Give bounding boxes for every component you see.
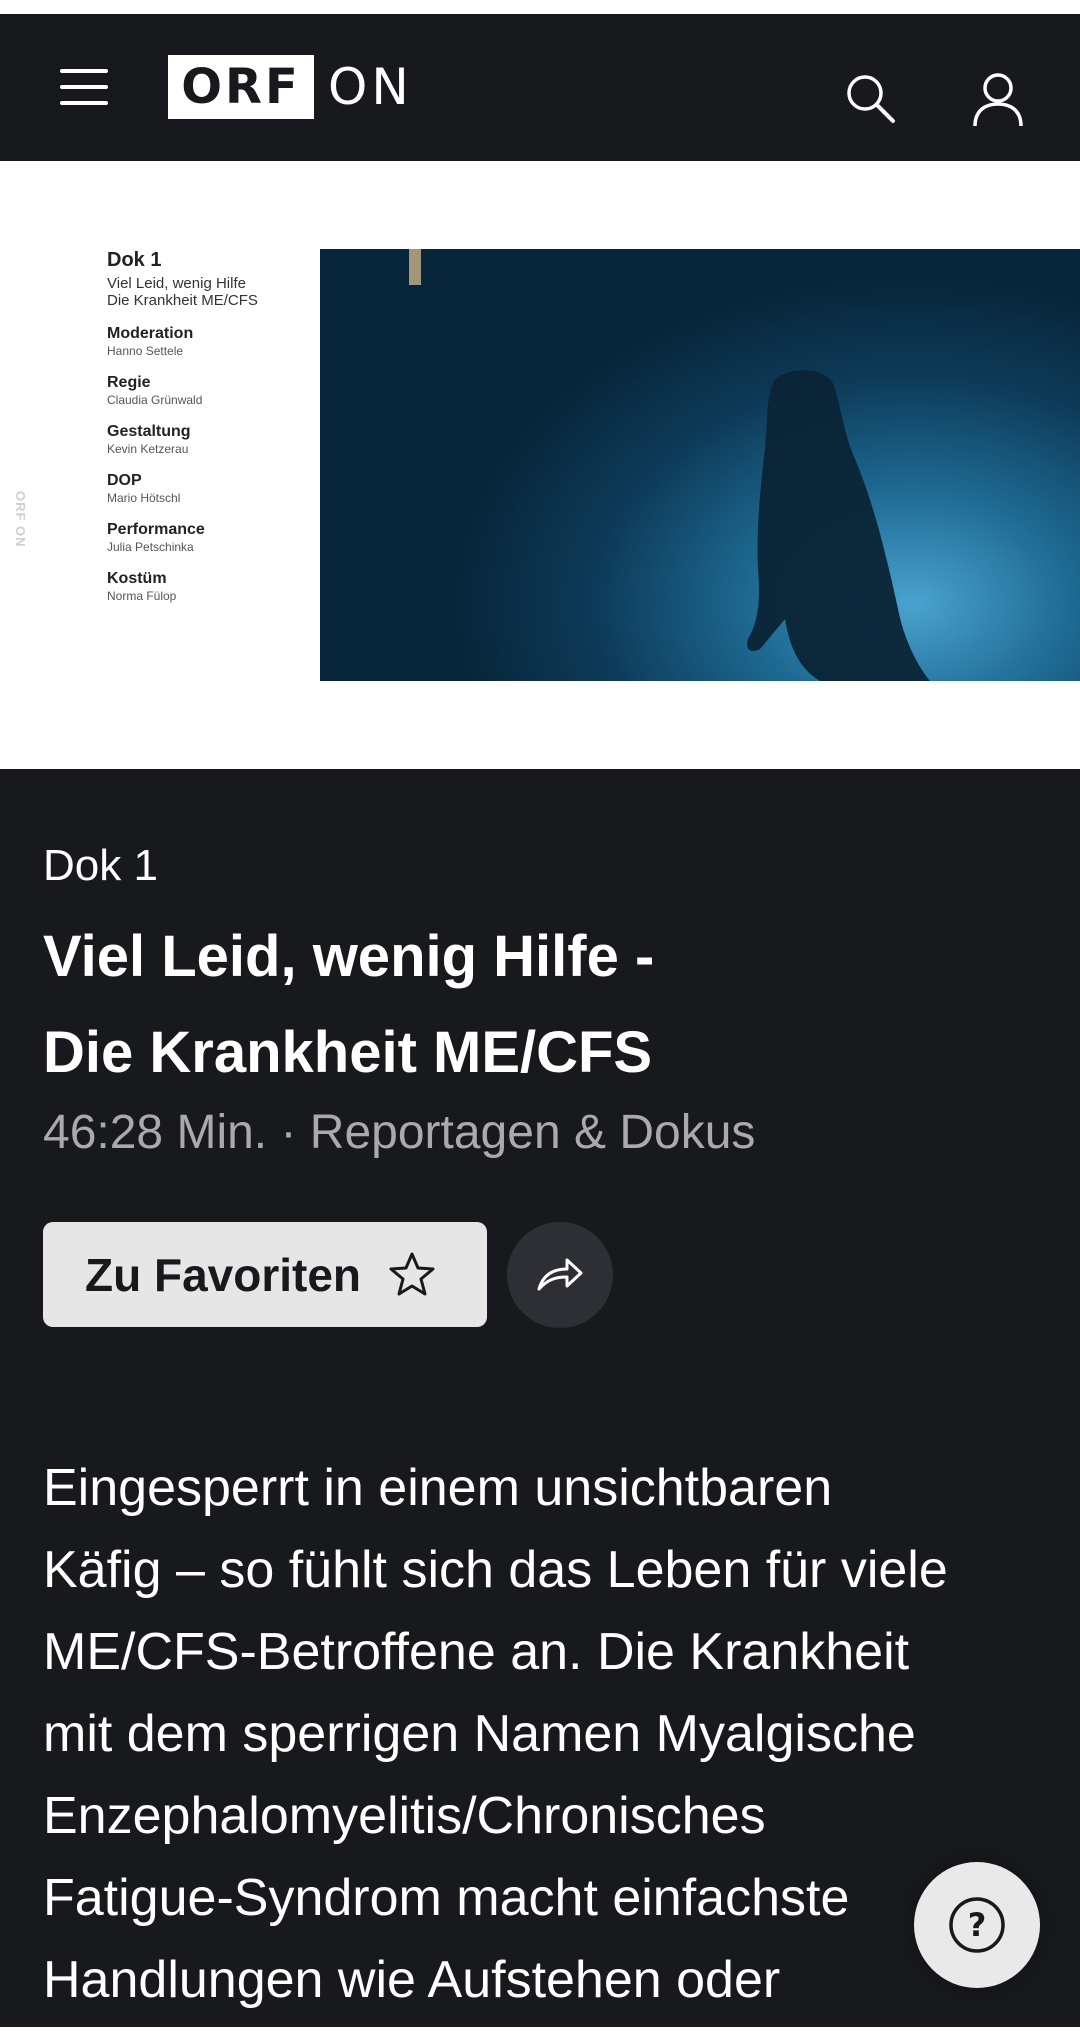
- credit-name: Hanno Settele: [107, 344, 184, 358]
- description-line: Enzephalomyelitis/Chronisches: [43, 1787, 766, 1845]
- logo-on-text: ON: [328, 58, 413, 116]
- episode-description: Eingesperrt in einem unsichtbaren Käfig …: [43, 1447, 1043, 2021]
- episode-details: Dok 1 Viel Leid, wenig Hilfe - Die Krank…: [0, 769, 1080, 2027]
- search-icon[interactable]: [844, 72, 896, 124]
- logo-orf-text: ORF: [168, 55, 314, 119]
- star-outline-icon: [389, 1252, 435, 1295]
- credit-role: Gestaltung: [107, 423, 191, 440]
- hero-credits: Dok 1 Viel Leid, wenig Hilfe Die Krankhe…: [107, 249, 307, 603]
- orf-on-logo[interactable]: ORF ON: [168, 55, 413, 119]
- credit-entry: Gestaltung Kevin Ketzerau: [107, 423, 307, 456]
- veiled-figure-illustration: [409, 249, 930, 681]
- description-line: ME/CFS-Betroffene an. Die Krankheit: [43, 1623, 910, 1681]
- hero-image[interactable]: ORF ON Dok 1 Viel Leid, wenig Hilfe Die …: [0, 161, 1080, 769]
- episode-title: Viel Leid, wenig Hilfe - Die Krankheit M…: [43, 909, 943, 1101]
- share-arrow-icon: [537, 1258, 583, 1291]
- user-profile-icon[interactable]: [972, 72, 1024, 128]
- credits-title: Dok 1: [107, 249, 162, 271]
- credit-entry: DOP Mario Hötschl: [107, 472, 307, 505]
- hero-video-still: [320, 249, 1080, 681]
- credit-entry: Regie Claudia Grünwald: [107, 374, 307, 407]
- credit-name: Claudia Grünwald: [107, 393, 203, 407]
- description-line: Fatigue-Syndrom macht einfachste: [43, 1869, 850, 1927]
- hamburger-menu-icon[interactable]: [60, 69, 108, 105]
- help-question-icon: ?: [949, 1897, 1005, 1953]
- credit-entry: Kostüm Norma Fülop: [107, 570, 307, 603]
- episode-title-line: Die Krankheit ME/CFS: [43, 1020, 653, 1085]
- episode-meta: 46:28 Min. · Reportagen & Dokus: [43, 1106, 756, 1159]
- credit-entry: Performance Julia Petschinka: [107, 521, 307, 554]
- credit-role: DOP: [107, 472, 142, 489]
- add-to-favorites-button[interactable]: Zu Favoriten: [43, 1222, 487, 1327]
- credit-role: Regie: [107, 374, 151, 391]
- watermark-text: ORF ON: [13, 491, 28, 548]
- credit-name: Kevin Ketzerau: [107, 442, 189, 456]
- help-button[interactable]: ?: [914, 1862, 1040, 1988]
- help-symbol: ?: [968, 1906, 987, 1944]
- top-navigation-bar: ORF ON: [0, 14, 1080, 161]
- credit-role: Kostüm: [107, 570, 167, 587]
- description-line: mit dem sperrigen Namen Myalgische: [43, 1705, 916, 1763]
- credit-entry: Moderation Hanno Settele: [107, 325, 307, 358]
- description-line: Käfig – so fühlt sich das Leben für viel…: [43, 1541, 948, 1599]
- credit-name: Norma Fülop: [107, 589, 177, 603]
- credits-subtitle-line: Die Krankheit ME/CFS: [107, 292, 258, 309]
- description-line: Handlungen wie Aufstehen oder: [43, 1951, 781, 2009]
- bottom-edge: [0, 2027, 1080, 2042]
- episode-title-line: Viel Leid, wenig Hilfe -: [43, 924, 655, 989]
- share-button[interactable]: [507, 1222, 613, 1328]
- credit-role: Moderation: [107, 325, 194, 342]
- credit-role: Performance: [107, 521, 205, 538]
- credit-name: Julia Petschinka: [107, 540, 194, 554]
- series-title[interactable]: Dok 1: [43, 841, 158, 891]
- credits-subtitle-line: Viel Leid, wenig Hilfe: [107, 275, 246, 292]
- credit-name: Mario Hötschl: [107, 491, 181, 505]
- credits-subtitle: Viel Leid, wenig Hilfe Die Krankheit ME/…: [107, 275, 307, 309]
- description-line: Eingesperrt in einem unsichtbaren: [43, 1459, 833, 1517]
- favorites-label: Zu Favoriten: [85, 1248, 362, 1301]
